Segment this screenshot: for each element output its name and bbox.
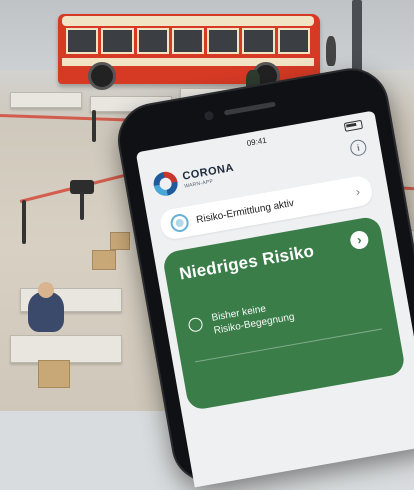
risk-encounter-row: Bisher keine Risiko-Begegnung	[187, 298, 296, 342]
person	[38, 282, 54, 298]
red-bus	[58, 14, 320, 90]
person	[28, 292, 64, 332]
earpiece	[223, 101, 276, 116]
brand: CORONA WARN-APP	[182, 162, 236, 190]
phone-body: 09:41 CORONA WARN-APP i Risiko-Ermittlun…	[112, 62, 414, 489]
corona-logo-icon	[151, 169, 180, 198]
stool-leg	[80, 192, 84, 220]
cardboard-box	[110, 232, 130, 250]
desk	[10, 335, 122, 363]
status-bar: 09:41	[137, 116, 377, 167]
front-camera	[203, 110, 215, 121]
battery-icon	[343, 119, 364, 132]
info-icon[interactable]: i	[349, 138, 368, 158]
tracing-label: Risiko-Ermittlung aktiv	[195, 197, 295, 226]
cardboard-box	[38, 360, 70, 388]
desk	[10, 92, 82, 108]
tracing-signal-icon	[169, 212, 191, 234]
phone: 09:41 CORONA WARN-APP i Risiko-Ermittlun…	[112, 58, 414, 489]
status-time: 09:41	[246, 135, 268, 149]
app-screen: 09:41 CORONA WARN-APP i Risiko-Ermittlun…	[135, 110, 414, 488]
barrier-post	[22, 200, 26, 244]
chevron-right-icon: ›	[354, 184, 362, 199]
risk-encounter-text: Bisher keine Risiko-Begegnung	[210, 303, 296, 337]
check-circle-icon	[187, 316, 204, 333]
cardboard-box	[92, 250, 116, 270]
person	[326, 36, 336, 66]
app-header: CORONA WARN-APP	[151, 160, 237, 198]
risk-title: Niedriges Risiko	[177, 241, 316, 284]
risk-card[interactable]: Niedriges Risiko › Bisher keine Risiko-B…	[161, 215, 407, 412]
barrier-post	[92, 110, 96, 142]
